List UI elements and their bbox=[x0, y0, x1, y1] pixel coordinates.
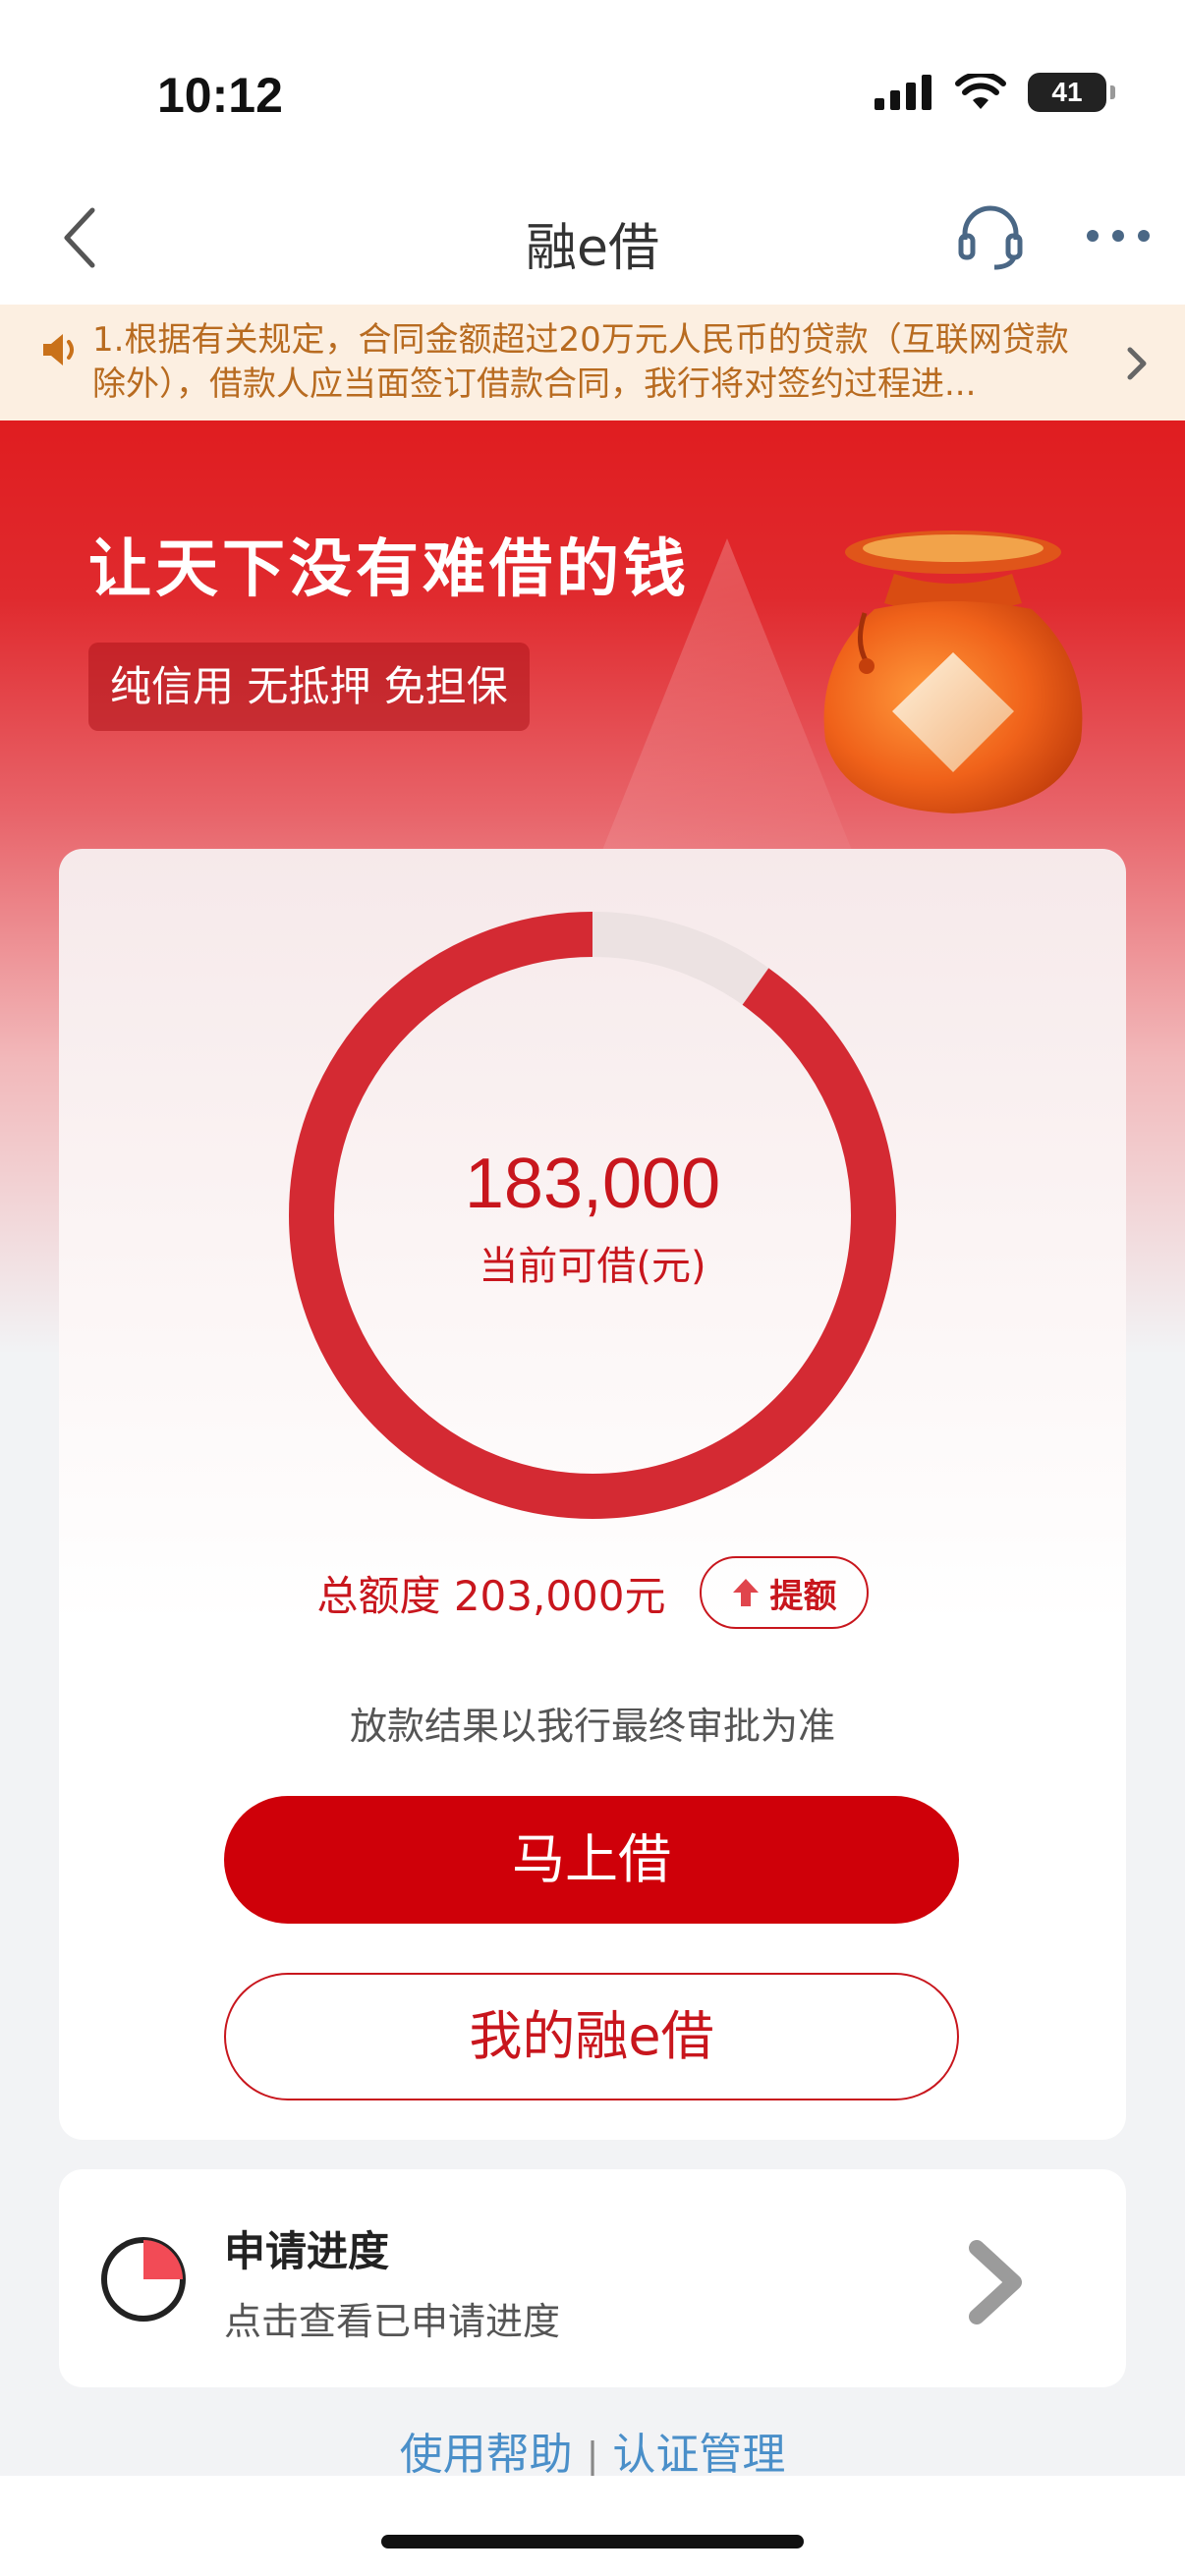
signal-icon bbox=[875, 75, 931, 110]
total-credit-row: 总额度 203,000元 提额 bbox=[59, 1556, 1126, 1629]
my-loans-button[interactable]: 我的融e借 bbox=[224, 1973, 959, 2100]
available-label: 当前可借(元) bbox=[479, 1244, 706, 1289]
money-bag-icon bbox=[823, 531, 1083, 813]
battery-indicator: 41 bbox=[1028, 73, 1115, 112]
home-indicator bbox=[381, 2535, 804, 2548]
footer-links: 使用帮助 | 认证管理 bbox=[0, 2419, 1185, 2482]
footer-separator: | bbox=[586, 2435, 599, 2478]
pie-progress-icon bbox=[101, 2237, 186, 2322]
chevron-right-icon[interactable] bbox=[963, 2238, 1032, 2326]
headset-icon[interactable] bbox=[951, 196, 1030, 275]
notice-bar[interactable]: 1.根据有关规定，合同金额超过20万元人民币的贷款（互联网贷款除外），借款人应当… bbox=[0, 305, 1185, 420]
status-time: 10:12 bbox=[157, 68, 283, 123]
bottom-strip bbox=[0, 2476, 1185, 2576]
chevron-right-icon[interactable] bbox=[1122, 344, 1152, 383]
progress-subtitle: 点击查看已申请进度 bbox=[224, 2300, 561, 2343]
more-dots-icon[interactable] bbox=[1079, 196, 1157, 275]
disclaimer-text: 放款结果以我行最终审批为准 bbox=[349, 1705, 835, 1748]
borrow-now-button[interactable]: 马上借 bbox=[224, 1796, 959, 1924]
help-link[interactable]: 使用帮助 bbox=[400, 2430, 573, 2480]
nav-bar: 融e借 bbox=[0, 177, 1185, 305]
raise-limit-button[interactable]: 提额 bbox=[699, 1556, 869, 1629]
wifi-icon bbox=[955, 74, 1006, 109]
speaker-icon bbox=[43, 334, 74, 365]
total-credit: 总额度 203,000元 bbox=[316, 1571, 666, 1620]
hero-tag: 纯信用 无抵押 免担保 bbox=[88, 643, 530, 731]
status-icons: 41 bbox=[875, 73, 1115, 112]
arrow-up-icon bbox=[732, 1579, 759, 1606]
raise-limit-label: 提额 bbox=[769, 1576, 837, 1616]
hero-title: 让天下没有难借的钱 bbox=[88, 533, 690, 606]
notice-text: 1.根据有关规定，合同金额超过20万元人民币的贷款（互联网贷款除外），借款人应当… bbox=[92, 320, 1069, 404]
available-amount: 183,000 bbox=[464, 1145, 721, 1223]
progress-title: 申请进度 bbox=[224, 2227, 390, 2275]
credit-card: 183,000 当前可借(元) 总额度 203,000元 提额 放款结果以我行最… bbox=[59, 849, 1126, 2140]
application-progress-card[interactable]: 申请进度 点击查看已申请进度 bbox=[59, 2169, 1126, 2387]
auth-management-link[interactable]: 认证管理 bbox=[612, 2430, 785, 2480]
status-bar: 10:12 41 bbox=[0, 0, 1185, 177]
